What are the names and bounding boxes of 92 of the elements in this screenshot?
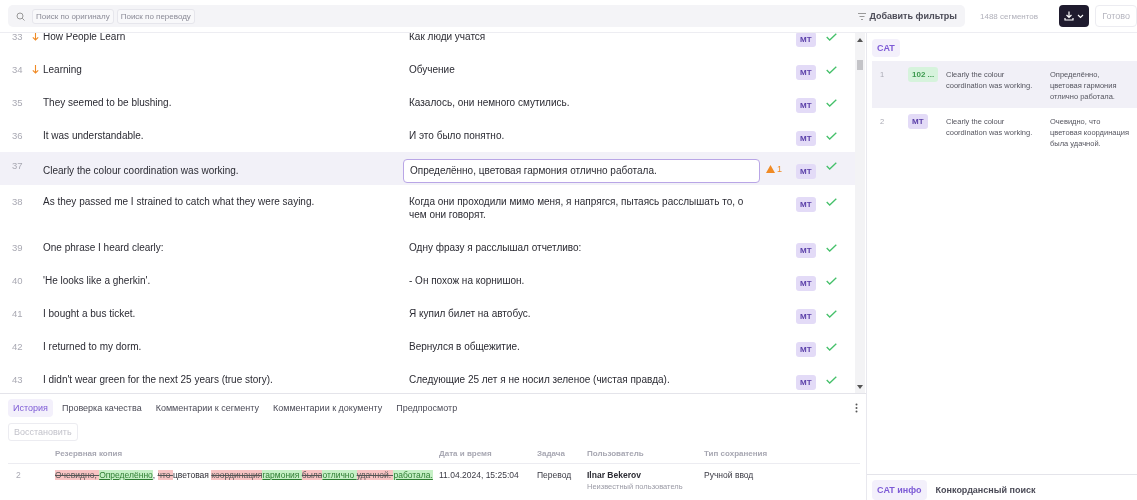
target-text: Я купил билет на автобус.	[409, 307, 532, 320]
segment-number: 35	[12, 96, 24, 108]
mt-badge: MT	[796, 243, 816, 258]
mt-badge: MT	[796, 342, 816, 357]
segment-number: 37	[12, 159, 24, 171]
target-input-field[interactable]: Определённо, цветовая гармония отлично работала.	[403, 159, 760, 183]
row-number: 2	[15, 470, 22, 480]
panel-tab[interactable]: История	[8, 399, 53, 417]
column-header: Задача	[537, 449, 566, 458]
target-text: Следующие 25 лет я не носил зеленое (чистая правда).	[409, 373, 671, 386]
mt-badge: MT	[796, 164, 816, 179]
column-header: Резервная копия	[55, 449, 124, 458]
target-text: Казалось, они немного смутились.	[409, 96, 571, 109]
checkmark-icon[interactable]	[826, 33, 837, 41]
mt-badge: MT	[796, 197, 816, 212]
source-text: Clearly the colour coordination was working.	[43, 164, 240, 177]
segment-number: 39	[12, 241, 24, 253]
more-icon[interactable]	[855, 403, 858, 413]
info-tab[interactable]: Конкордансный поиск	[930, 480, 1041, 500]
panel-tab[interactable]: Проверка качества	[56, 399, 147, 417]
mt-badge: MT	[796, 98, 816, 113]
segment-number: 36	[12, 129, 24, 141]
source-text: How People Learn	[43, 33, 127, 43]
mt-badge: MT	[796, 131, 816, 146]
panel-tab[interactable]: Предпросмотр	[391, 399, 463, 417]
user-name: Ilnar Bekerov	[587, 470, 642, 480]
scrollbar[interactable]	[855, 33, 865, 393]
source-text: 'He looks like a gherkin'.	[43, 274, 152, 287]
segment-number: 41	[12, 307, 24, 319]
info-tab[interactable]: CAT инфо	[872, 480, 927, 500]
target-text: Одну фразу я расслышал отчетливо:	[409, 241, 583, 254]
match-badge: MT	[908, 114, 928, 129]
scrollbar-thumb[interactable]	[857, 60, 863, 70]
checkmark-icon[interactable]	[826, 99, 837, 107]
source-text: I returned to my dorm.	[43, 340, 143, 353]
source-text: One phrase I heard clearly:	[43, 241, 165, 254]
target-text: Обучение	[409, 63, 456, 76]
source-text: It was understandable.	[43, 129, 145, 142]
mt-badge: MT	[796, 33, 816, 47]
save-type-cell-text: Ручной ввод	[704, 470, 755, 480]
column-header: Дата и время	[439, 449, 493, 458]
source-text: I didn't wear green for the next 25 years (true story).	[43, 373, 274, 386]
checkmark-icon[interactable]	[826, 277, 837, 285]
download-icon	[1063, 11, 1074, 21]
segment-row[interactable]: 37 Clearly the colour coordination was working. Определённо, цветовая гармония отлично работала. 1 MT	[0, 152, 855, 185]
target-text: - Он похож на корнишон.	[409, 274, 526, 287]
chevron-down-icon	[1077, 13, 1085, 19]
mt-badge: MT	[796, 309, 816, 324]
segment-number: 43	[12, 373, 24, 385]
cat-tab[interactable]: CAT	[872, 39, 900, 57]
target-text: Как люди учатся	[409, 33, 487, 43]
checkmark-icon[interactable]	[826, 244, 837, 252]
mt-badge: MT	[796, 375, 816, 390]
panel-tab[interactable]: Комментарии к сегменту	[150, 399, 264, 417]
column-header: Пользователь	[587, 449, 645, 458]
target-text: Когда они проходили мимо меня, я напрягся, пытаясь расслышать то, о чем они говорят.	[409, 195, 745, 221]
checkmark-icon[interactable]	[826, 376, 837, 384]
mt-badge: MT	[796, 276, 816, 291]
segment-number: 40	[12, 274, 24, 286]
date-cell-text: 11.04.2024, 15:25:04	[439, 470, 520, 480]
filter-button[interactable]: Добавить фильтры	[858, 11, 957, 21]
search-chip[interactable]: Поиск по оригиналу	[32, 8, 114, 24]
target-text: Вернулся в общежитие.	[409, 340, 521, 353]
column-header: Тип сохранения	[704, 449, 769, 458]
source-text: As they passed me I strained to catch what they were saying.	[43, 195, 316, 208]
checkmark-icon[interactable]	[826, 198, 837, 206]
checkmark-icon[interactable]	[826, 343, 837, 351]
segment-number: 33	[12, 33, 24, 42]
segment-number: 42	[12, 340, 24, 352]
source-text: They seemed to be blushing.	[43, 96, 173, 109]
scroll-up-icon	[857, 38, 863, 42]
panel-tab[interactable]: Комментарии к документу	[268, 399, 388, 417]
filter-icon	[858, 12, 867, 20]
search-chip[interactable]: Поиск по переводу	[116, 8, 195, 24]
scroll-down-icon	[857, 385, 863, 389]
task-cell-text: Перевод	[537, 470, 573, 480]
diff-text: Очевидно, Определённо, что цветовая координациягармония былаотлично удачной. работала.	[55, 470, 434, 480]
source-text: I bought a bus ticket.	[43, 307, 137, 320]
target-text: И это было понятно.	[409, 129, 506, 142]
segment-number: 34	[12, 63, 24, 75]
match-badge: 102 ...	[908, 67, 939, 82]
segment-number: 38	[12, 195, 24, 207]
source-text: Learning	[43, 63, 83, 76]
download-button[interactable]	[1059, 5, 1090, 27]
checkmark-icon[interactable]	[826, 132, 837, 140]
segment-count: 1488 сегментов	[980, 11, 1039, 21]
checkmark-icon[interactable]	[826, 66, 837, 74]
mt-badge: MT	[796, 65, 816, 80]
warning-icon	[766, 165, 775, 173]
checkmark-icon[interactable]	[826, 310, 837, 318]
checkmark-icon[interactable]	[826, 162, 837, 170]
search-icon	[16, 11, 25, 21]
